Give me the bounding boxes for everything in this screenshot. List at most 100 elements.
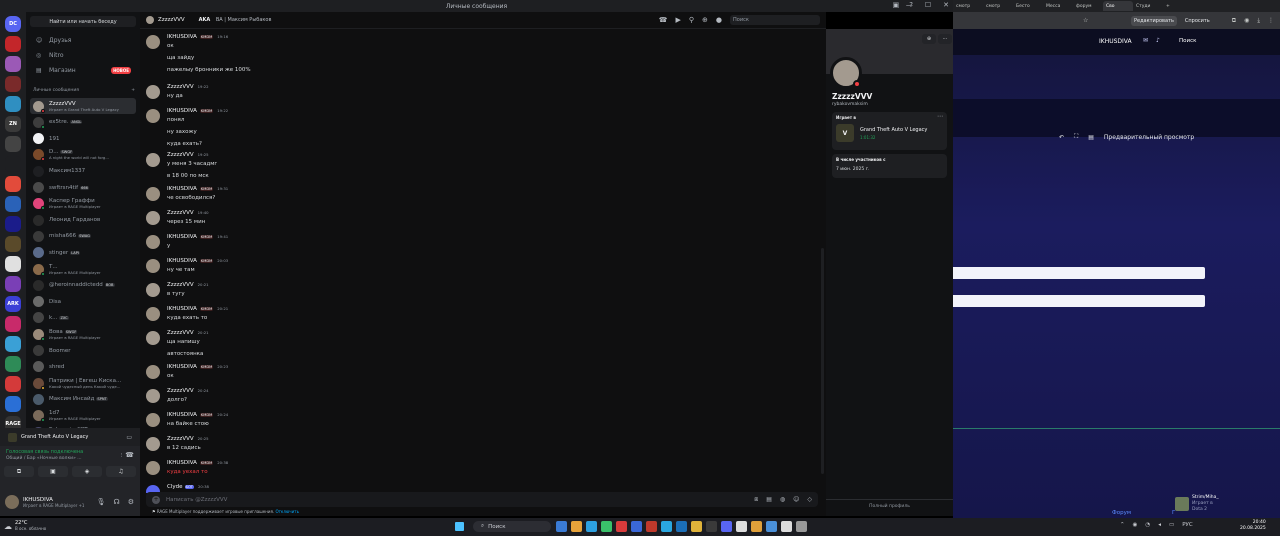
dm-item[interactable]: Максим1337 (30, 163, 136, 179)
dm-item[interactable]: Boomer (30, 343, 136, 359)
add-friend-button[interactable]: ⊕ (922, 34, 936, 44)
user-info[interactable]: IKHUSDIVA Играет в RAGE Multiplayer +1 (23, 497, 84, 508)
dm-item[interactable]: ZzzzzVVV Играет в Grand Theft Auto V Lega… (30, 98, 136, 114)
gift-icon[interactable]: ⧈ (754, 496, 758, 504)
taskbar-app-icon[interactable] (751, 521, 762, 532)
tray-chevron-icon[interactable]: ⌃ (1120, 522, 1125, 528)
add-dm-button[interactable]: + (131, 88, 135, 93)
server-icon[interactable] (5, 276, 21, 292)
browser-tab[interactable]: форум (1073, 1, 1103, 11)
server-icon[interactable] (5, 256, 21, 272)
ask-button[interactable]: Спросить (1185, 18, 1210, 24)
download-icon[interactable]: ⤓ (1257, 17, 1260, 25)
server-icon[interactable] (5, 236, 21, 252)
server-icon[interactable] (5, 156, 21, 172)
close-button[interactable]: ✕ (943, 1, 949, 9)
dm-item[interactable]: @heroinnaddictedd BOB (30, 277, 136, 293)
message-author[interactable]: IKHUSDIVA (167, 34, 197, 40)
message-avatar[interactable] (146, 283, 160, 297)
profile-username[interactable]: rybakovmaksim (832, 102, 868, 107)
message-avatar[interactable] (146, 109, 160, 123)
message-author[interactable]: ZzzzzVVV (167, 84, 194, 90)
taskbar-app-icon[interactable] (796, 521, 807, 532)
taskbar-app-icon[interactable] (646, 521, 657, 532)
stream-card[interactable]: Strim/Miha_ Играет в Dota 2 (1175, 495, 1219, 513)
dm-item[interactable]: swftrsn4tif 666 (30, 180, 136, 196)
message-author[interactable]: ZzzzzVVV (167, 330, 194, 336)
message-author[interactable]: IKHUSDIVA (167, 364, 197, 370)
message-avatar[interactable] (146, 187, 160, 201)
taskbar-app-icon[interactable] (766, 521, 777, 532)
server-icon[interactable]: ARK (5, 296, 21, 312)
message-avatar[interactable] (146, 211, 160, 225)
taskbar-app-icon[interactable] (781, 521, 792, 532)
dm-item[interactable]: 1d7 Играет в RAGE Multiplayer (30, 408, 136, 424)
game-activity-bar[interactable]: Grand Theft Auto V Legacy ▭ (0, 428, 140, 446)
dm-item[interactable]: stinger LAPI (30, 245, 136, 261)
server-icon[interactable] (5, 56, 21, 72)
taskbar-search[interactable]: ⌕ Поиск (473, 521, 551, 532)
disconnect-icon[interactable]: ☎ (125, 451, 134, 459)
server-icon[interactable] (5, 376, 21, 392)
screen-share-button[interactable]: ▣ (38, 466, 68, 477)
minimize-button[interactable]: — (906, 1, 913, 9)
message-avatar[interactable] (146, 235, 160, 249)
sticker-icon[interactable]: ◍ (780, 496, 785, 504)
user-profile-icon[interactable]: ● (716, 16, 722, 24)
nav-nitro[interactable]: ◎ Nitro (30, 49, 136, 62)
soundboard-button[interactable]: ♫ (106, 466, 136, 477)
browser-tab[interactable]: смотр (953, 1, 983, 11)
server-icon[interactable] (5, 196, 21, 212)
pin-icon[interactable]: ⚲ (689, 16, 694, 24)
forum-footer-link[interactable]: Форум (1112, 510, 1131, 516)
dm-item[interactable]: misha666 SWAG (30, 228, 136, 244)
draft-icon[interactable]: ▤ (1088, 134, 1094, 141)
message-author[interactable]: IKHUSDIVA (167, 186, 197, 192)
editor-field-1[interactable] (953, 267, 1205, 279)
taskbar-clock[interactable]: 20:40 20.08.2025 (1240, 520, 1266, 532)
menu-icon[interactable]: ⋮ (1268, 17, 1274, 25)
message-author[interactable]: IKHUSDIVA (167, 234, 197, 240)
taskbar-app-icon[interactable] (676, 521, 687, 532)
taskbar-app-icon[interactable] (556, 521, 567, 532)
server-icon[interactable]: DC (5, 16, 21, 32)
full-profile-link[interactable]: Полный профиль (826, 504, 953, 509)
server-icon[interactable] (5, 96, 21, 112)
recipient-name[interactable]: ZzzzzVVV (158, 17, 185, 23)
settings-gear-icon[interactable]: ⚙ (128, 498, 134, 506)
message-author[interactable]: IKHUSDIVA (167, 412, 197, 418)
browser-tab[interactable]: Месса (1043, 1, 1073, 11)
video-call-icon[interactable]: ▶ (675, 16, 680, 24)
message-avatar[interactable] (146, 307, 160, 321)
taskbar-app-icon[interactable] (586, 521, 597, 532)
game-overlay-icon[interactable]: ▭ (126, 434, 132, 441)
message-avatar[interactable] (146, 259, 160, 273)
message-avatar[interactable] (146, 437, 160, 451)
message-author[interactable]: ZzzzzVVV (167, 152, 194, 158)
server-icon[interactable] (5, 136, 21, 152)
dm-item[interactable]: Т... Играет в RAGE Multiplayer (30, 261, 136, 277)
tray-app-icon[interactable]: ◉ (1133, 522, 1138, 528)
inbox-icon[interactable]: ▣ (893, 1, 900, 9)
dm-search-button[interactable]: Найти или начать беседу (30, 16, 136, 27)
dm-item[interactable]: Патрики | Евгеш Киска... Какой чудесный д… (30, 375, 136, 391)
taskbar-app-icon[interactable] (736, 521, 747, 532)
dm-item[interactable]: shred (30, 359, 136, 375)
nav-friends[interactable]: ☺ Друзья (30, 34, 136, 47)
server-icon[interactable] (5, 36, 21, 52)
server-icon[interactable] (5, 76, 21, 92)
server-icon[interactable]: ZN (5, 116, 21, 132)
dm-item[interactable]: Вова SWGF Играет в RAGE Multiplayer (30, 326, 136, 342)
mail-icon[interactable]: ✉ (1143, 37, 1148, 44)
notice-disable-link[interactable]: Отключить (275, 509, 298, 514)
emoji-icon[interactable]: ☺ (793, 496, 799, 504)
undo-icon[interactable]: ↶ (1059, 134, 1064, 141)
message-author[interactable]: ZzzzzVVV (167, 388, 194, 394)
message-scrollbar[interactable] (821, 248, 824, 474)
volume-icon[interactable]: ◂ (1158, 522, 1161, 528)
battery-icon[interactable]: ▭ (1169, 522, 1174, 528)
user-avatar[interactable] (5, 495, 19, 509)
nav-shop[interactable]: ▤ Магазин НОВОЕ (30, 64, 136, 77)
add-friend-icon[interactable]: ⊕ (702, 16, 708, 24)
taskbar-app-icon[interactable] (721, 521, 732, 532)
